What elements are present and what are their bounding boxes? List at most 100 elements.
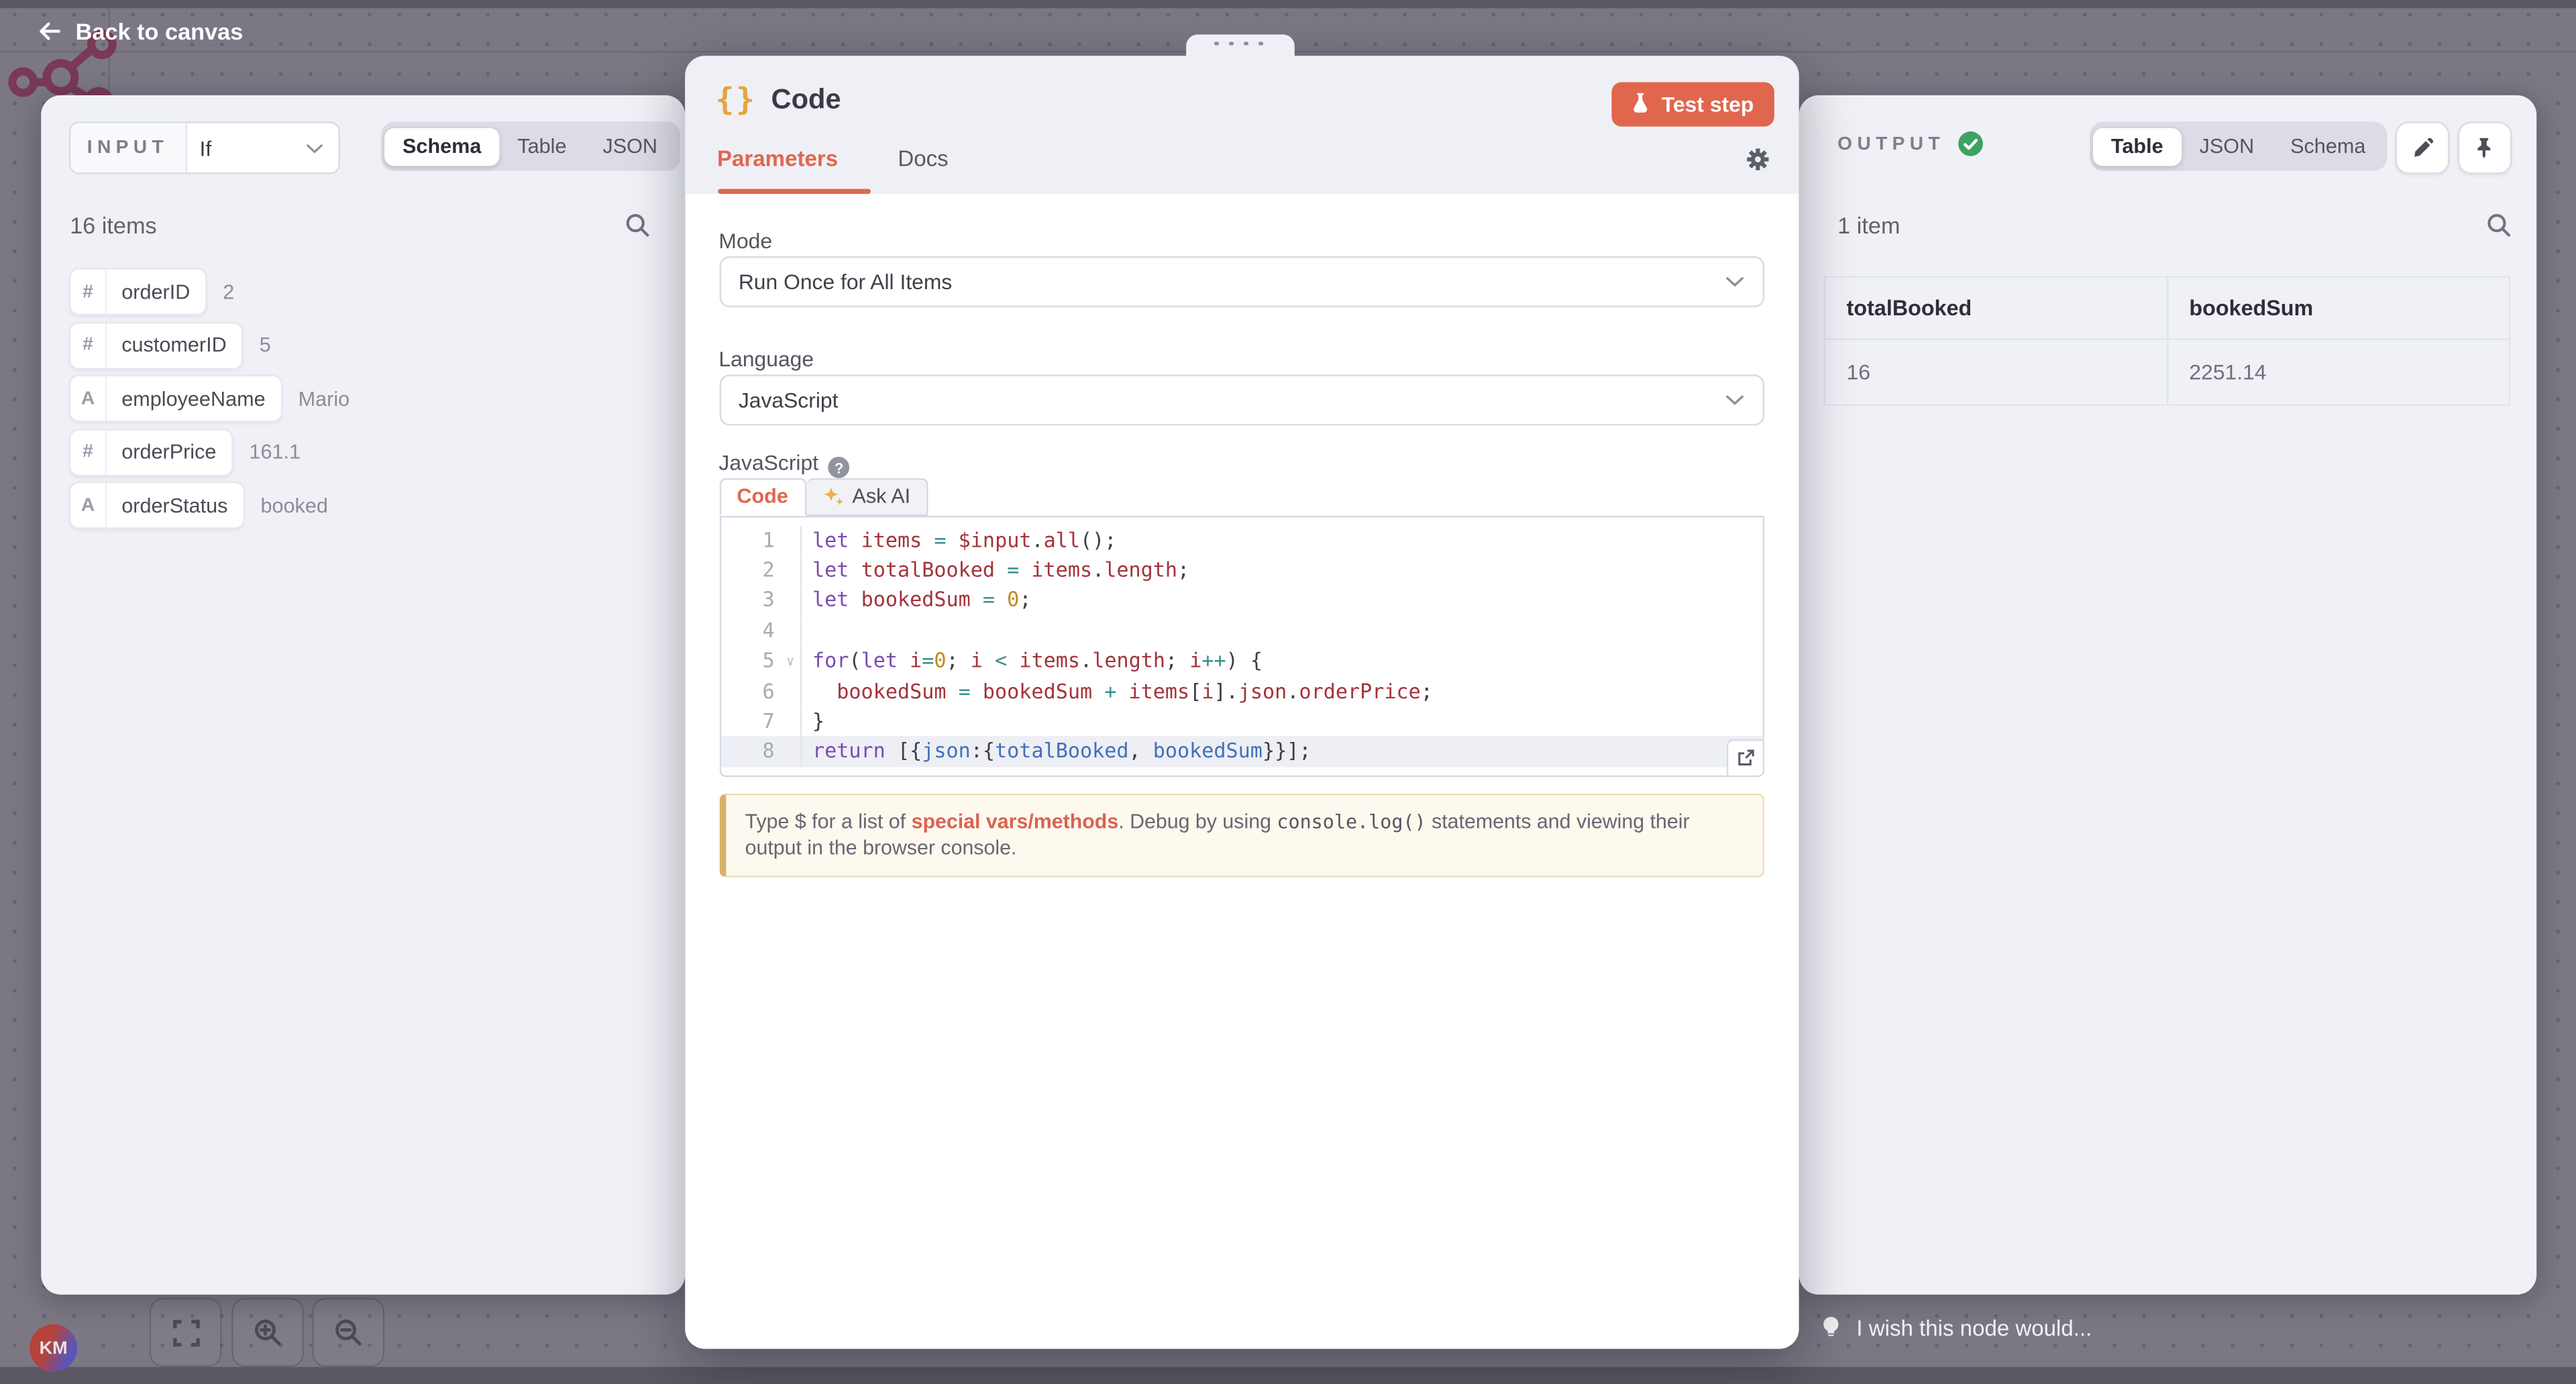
field-value: booked: [260, 494, 327, 517]
mode-value: Run Once for All Items: [739, 268, 953, 293]
help-icon[interactable]: ?: [828, 457, 850, 478]
search-icon[interactable]: [623, 212, 649, 238]
output-tab-json[interactable]: JSON: [2182, 127, 2273, 165]
fit-view-icon: [172, 1318, 200, 1346]
input-source-select[interactable]: INPUT If: [69, 121, 340, 174]
zoom-in-button[interactable]: [231, 1298, 303, 1367]
canvas-bottom-bar: [0, 1367, 2576, 1383]
input-panel-label: INPUT: [87, 138, 168, 158]
field-name: customerID: [107, 323, 241, 367]
field-type-icon: #: [70, 323, 107, 367]
line-number: 2: [720, 555, 801, 586]
line-number: 1: [720, 525, 801, 555]
fold-chevron-icon: ∨: [786, 647, 794, 678]
input-items-count: 16 items: [70, 212, 157, 238]
editor-label: JavaScript?: [718, 449, 849, 478]
schema-field[interactable]: #orderPrice161.1: [69, 429, 661, 474]
node-title: Code: [771, 83, 841, 116]
modal-header: {} Code Test step Parameters Docs: [684, 55, 1798, 194]
editor-tab-code[interactable]: Code: [718, 477, 806, 515]
output-table: totalBookedbookedSum 162251.14: [1823, 276, 2510, 405]
special-vars-link[interactable]: special vars/methods: [912, 810, 1119, 833]
input-tab-table[interactable]: Table: [499, 127, 584, 165]
schema-field[interactable]: #orderID2: [69, 270, 661, 314]
line-number: 3: [720, 586, 801, 616]
language-select[interactable]: JavaScript: [718, 374, 1764, 425]
editor-tab-ask-ai[interactable]: Ask AI: [806, 477, 928, 515]
code-editor-lines: 1let items = $input.all();2let totalBook…: [720, 517, 1762, 767]
output-tab-schema[interactable]: Schema: [2272, 127, 2383, 165]
output-cell: 2251.14: [2167, 339, 2509, 405]
code-line[interactable]: 3let bookedSum = 0;: [720, 586, 1762, 616]
zoom-out-button[interactable]: [311, 1298, 384, 1367]
field-value: 5: [260, 333, 271, 356]
output-tab-table[interactable]: Table: [2093, 127, 2182, 165]
code-line[interactable]: 1let items = $input.all();: [720, 525, 1762, 555]
modal-drag-handle[interactable]: [1185, 34, 1294, 55]
expand-icon: [1735, 749, 1754, 767]
sparkles-icon: [822, 486, 844, 507]
canvas-top-bar: [0, 0, 2576, 8]
code-editor-tabs: Code Ask AI: [718, 479, 1764, 517]
output-column-header[interactable]: totalBooked: [1825, 277, 2167, 339]
chevron-down-icon: [1724, 394, 1743, 405]
fit-view-button[interactable]: [150, 1298, 222, 1367]
field-name: orderStatus: [107, 483, 242, 527]
code-node-icon: {}: [716, 81, 757, 117]
tab-parameters[interactable]: Parameters: [717, 146, 838, 170]
line-number: 4: [720, 616, 801, 646]
chevron-down-icon: [1724, 275, 1743, 286]
input-tab-schema[interactable]: Schema: [384, 127, 499, 165]
back-arrow-icon: [36, 18, 62, 44]
code-editor[interactable]: 1let items = $input.all();2let totalBook…: [718, 517, 1764, 776]
tab-docs[interactable]: Docs: [898, 146, 948, 170]
output-column-header[interactable]: bookedSum: [2167, 277, 2509, 339]
output-cell: 16: [1825, 339, 2167, 405]
code-line[interactable]: 5∨for(let i=0; i < items.length; i++) {: [720, 646, 1762, 676]
input-view-tabs: Schema Table JSON: [380, 121, 680, 170]
gear-icon[interactable]: [1744, 146, 1770, 172]
drag-dots-icon: [1207, 38, 1273, 52]
code-line[interactable]: 6 bookedSum = bookedSum + items[i].json.…: [720, 676, 1762, 706]
node-feedback-label: I wish this node would...: [1856, 1316, 2092, 1341]
field-type-icon: A: [70, 483, 107, 527]
output-table-row[interactable]: 162251.14: [1825, 339, 2510, 405]
input-source-value: If: [186, 123, 306, 172]
search-icon[interactable]: [2485, 212, 2511, 238]
success-check-icon: [1958, 131, 1983, 156]
node-feedback-prompt[interactable]: I wish this node would...: [1820, 1314, 2092, 1342]
field-type-icon: #: [70, 429, 107, 474]
editor-hint-notice: Type $ for a list of special vars/method…: [718, 793, 1764, 877]
code-line[interactable]: 8return [{json:{totalBooked, bookedSum}}…: [720, 737, 1762, 767]
schema-field-list: #orderID2#customerID5AemployeeNameMario#…: [69, 270, 661, 537]
schema-field[interactable]: AorderStatus booked: [69, 483, 661, 527]
code-line[interactable]: 4: [720, 616, 1762, 646]
avatar-initials: KM: [40, 1338, 68, 1358]
expand-editor-button[interactable]: [1726, 739, 1762, 775]
mode-select[interactable]: Run Once for All Items: [718, 256, 1764, 307]
schema-field[interactable]: AemployeeNameMario: [69, 376, 661, 421]
code-line[interactable]: 2let totalBooked = items.length;: [720, 555, 1762, 586]
pin-data-button[interactable]: [2457, 121, 2511, 174]
input-tab-json[interactable]: JSON: [584, 127, 676, 165]
lightbulb-icon: [1820, 1314, 1841, 1342]
back-to-canvas-button[interactable]: Back to canvas: [36, 18, 243, 44]
line-number: 5∨: [720, 646, 801, 676]
code-line[interactable]: 7}: [720, 706, 1762, 737]
test-step-label: Test step: [1662, 91, 1754, 116]
output-view-tabs: Table JSON Schema: [2089, 121, 2388, 170]
n8n-node-detail-view: Back to canvas KM: [0, 0, 2576, 1383]
test-step-button[interactable]: Test step: [1612, 81, 1773, 125]
avatar[interactable]: KM: [30, 1324, 77, 1372]
schema-field[interactable]: #customerID 5: [69, 323, 661, 367]
input-panel: INPUT If Schema Table JSON 16 items #ord…: [40, 95, 684, 1295]
line-number: 7: [720, 706, 801, 737]
back-to-canvas-label: Back to canvas: [76, 18, 244, 44]
language-value: JavaScript: [739, 387, 839, 412]
field-name: orderID: [107, 270, 205, 314]
pin-icon: [2474, 136, 2493, 159]
flask-icon: [1632, 92, 1650, 115]
node-settings-modal: {} Code Test step Parameters Docs: [684, 55, 1798, 1349]
edit-output-button[interactable]: [2394, 121, 2449, 174]
chevron-down-icon: [306, 123, 324, 172]
